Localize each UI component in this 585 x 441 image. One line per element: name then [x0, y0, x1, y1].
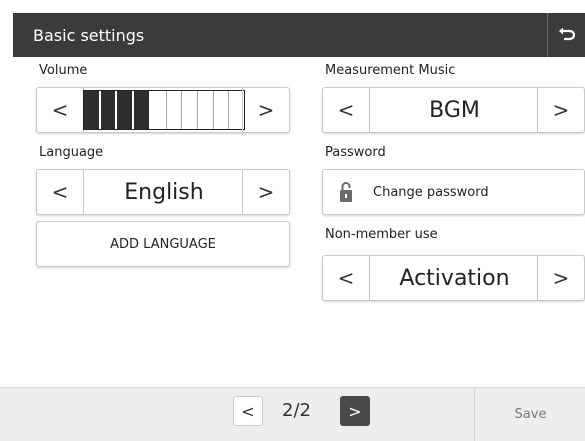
volume-segment [198, 91, 214, 129]
language-prev-button[interactable]: < [37, 170, 84, 214]
title-bar: Basic settings [13, 13, 585, 57]
back-button[interactable] [547, 13, 585, 57]
chevron-right-icon: > [552, 266, 570, 290]
language-value: English [124, 179, 204, 205]
nonmember-label: Non-member use [325, 227, 438, 242]
volume-segment [84, 91, 101, 129]
settings-panel: Volume < > Language < English > ADD LANG… [13, 57, 585, 387]
volume-increase-button[interactable]: > [242, 88, 289, 132]
volume-segment [100, 91, 118, 129]
chevron-left-icon: < [337, 266, 355, 290]
music-prev-button[interactable]: < [323, 88, 370, 132]
save-label: Save [514, 407, 547, 422]
footer-bar: < 2/2 > Save [0, 387, 585, 441]
language-next-button[interactable]: > [242, 170, 289, 214]
volume-segment [134, 91, 151, 129]
next-page-button[interactable]: > [340, 396, 370, 426]
chevron-right-icon: > [257, 98, 275, 122]
return-arrow-icon [558, 27, 575, 41]
volume-decrease-button[interactable]: < [37, 88, 84, 132]
volume-segment [151, 91, 167, 129]
language-selector: < English > [36, 169, 290, 215]
save-button[interactable]: Save [474, 388, 585, 441]
chevron-right-icon: > [257, 180, 275, 204]
music-selector: < BGM > [322, 87, 585, 133]
chevron-right-icon: > [348, 401, 362, 421]
change-password-label: Change password [373, 184, 489, 200]
nonmember-prev-button[interactable]: < [323, 256, 370, 300]
page-title: Basic settings [33, 26, 145, 45]
top-strip [0, 0, 585, 13]
volume-segment [167, 91, 183, 129]
volume-control: < > [36, 87, 290, 133]
language-label: Language [39, 145, 104, 160]
prev-page-button[interactable]: < [233, 396, 263, 426]
volume-level-bar[interactable] [83, 90, 245, 130]
change-password-button[interactable]: Change password [322, 169, 585, 215]
password-label: Password [325, 145, 386, 160]
volume-segment [117, 91, 135, 129]
page-indicator: 2/2 [282, 400, 311, 421]
chevron-right-icon: > [552, 98, 570, 122]
chevron-left-icon: < [51, 180, 69, 204]
add-language-label: ADD LANGUAGE [110, 236, 216, 252]
chevron-left-icon: < [241, 401, 255, 421]
music-label: Measurement Music [325, 63, 456, 78]
chevron-left-icon: < [337, 98, 355, 122]
add-language-button[interactable]: ADD LANGUAGE [36, 221, 290, 267]
lock-icon [340, 182, 352, 202]
chevron-left-icon: < [51, 98, 69, 122]
music-next-button[interactable]: > [537, 88, 584, 132]
music-value: BGM [429, 97, 480, 123]
volume-label: Volume [39, 63, 88, 78]
nonmember-next-button[interactable]: > [537, 256, 584, 300]
nonmember-value: Activation [399, 265, 510, 291]
volume-segment [182, 91, 198, 129]
nonmember-selector: < Activation > [322, 255, 585, 301]
volume-segment [214, 91, 230, 129]
